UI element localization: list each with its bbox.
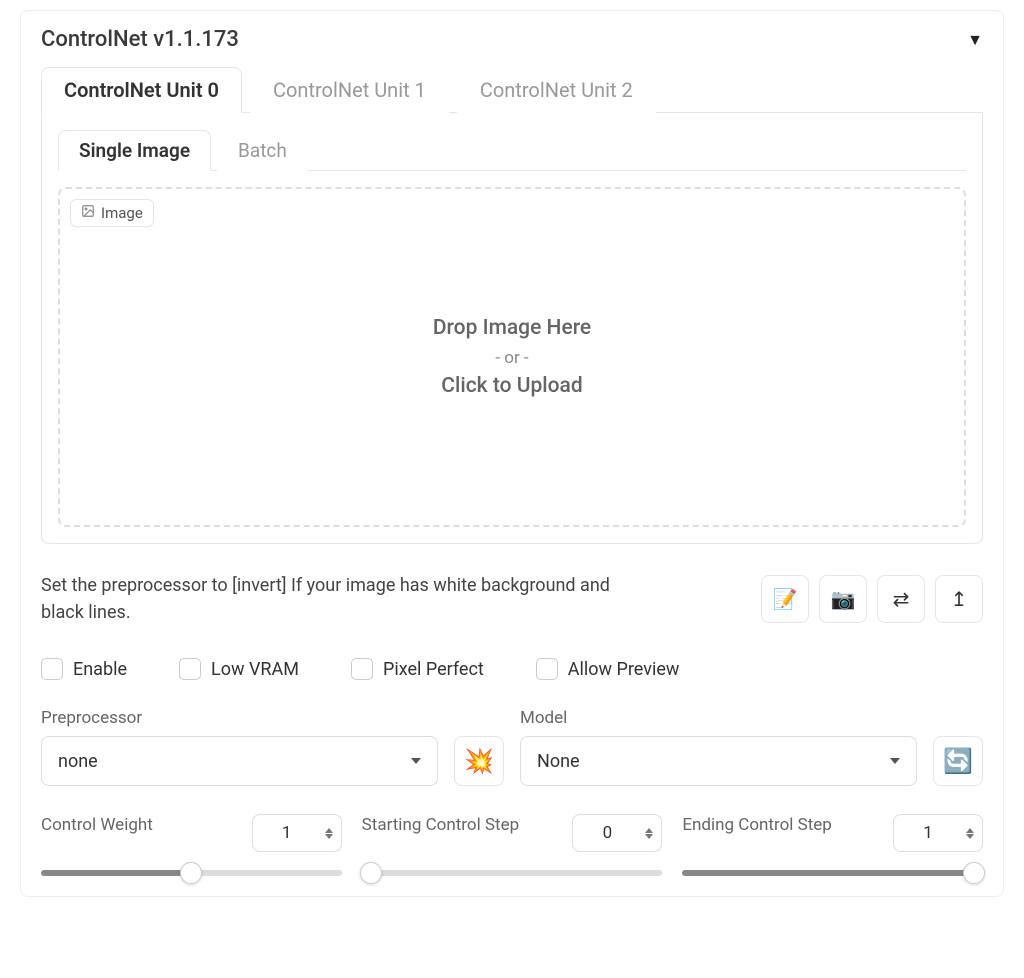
slider-thumb[interactable] (360, 862, 382, 884)
checkbox-low-vram[interactable]: Low VRAM (179, 658, 299, 680)
control-weight-group: Control Weight 1 (41, 814, 342, 876)
preprocessor-group: Preprocessor none (41, 708, 438, 786)
end-step-group: Ending Control Step 1 (682, 814, 983, 876)
image-badge: Image (70, 199, 154, 227)
hint-row: Set the preprocessor to [invert] If your… (41, 572, 983, 626)
send-up-icon[interactable]: ↥ (935, 575, 983, 623)
start-step-value: 0 (587, 823, 627, 843)
chevron-down-icon (411, 758, 421, 764)
sliders-row: Control Weight 1 Starting Control Step 0 (41, 814, 983, 876)
slider-thumb[interactable] (963, 862, 985, 884)
model-label: Model (520, 708, 917, 728)
unit-tabs: ControlNet Unit 0 ControlNet Unit 1 Cont… (41, 66, 983, 113)
end-step-slider[interactable] (682, 870, 983, 876)
action-icons: 📝 📷 ⇄ ↥ (761, 575, 983, 623)
checkbox-label: Low VRAM (211, 659, 299, 680)
model-dropdown[interactable]: None (520, 736, 917, 786)
explode-button[interactable]: 💥 (454, 736, 504, 786)
image-dropzone[interactable]: Image Drop Image Here - or - Click to Up… (58, 187, 966, 527)
preprocessor-dropdown[interactable]: none (41, 736, 438, 786)
chevron-down-icon[interactable]: ▼ (967, 30, 983, 50)
start-step-group: Starting Control Step 0 (362, 814, 663, 876)
drop-or: - or - (495, 348, 528, 368)
chevron-down-icon[interactable] (325, 834, 333, 839)
start-step-label: Starting Control Step (362, 814, 520, 836)
tab-unit-2[interactable]: ControlNet Unit 2 (457, 67, 656, 113)
chevron-down-icon (890, 758, 900, 764)
checkbox-label: Pixel Perfect (383, 659, 484, 680)
chevron-up-icon[interactable] (966, 828, 974, 833)
camera-icon[interactable]: 📷 (819, 575, 867, 623)
checkbox-pixel-perfect[interactable]: Pixel Perfect (351, 658, 484, 680)
end-step-input[interactable]: 1 (893, 814, 983, 852)
control-weight-input[interactable]: 1 (252, 814, 342, 852)
chevron-up-icon[interactable] (325, 828, 333, 833)
chevron-down-icon[interactable] (645, 834, 653, 839)
start-step-slider[interactable] (362, 870, 663, 876)
end-step-value: 1 (908, 823, 948, 843)
controlnet-panel: ControlNet v1.1.173 ▼ ControlNet Unit 0 … (20, 10, 1004, 897)
chevron-up-icon[interactable] (645, 828, 653, 833)
drop-text: Drop Image Here (433, 316, 591, 340)
end-step-label: Ending Control Step (682, 814, 832, 836)
slider-fill (682, 870, 983, 876)
refresh-button[interactable]: 🔄 (933, 736, 983, 786)
spinner[interactable] (966, 828, 974, 839)
checkbox-enable[interactable]: Enable (41, 658, 127, 680)
preprocessor-label: Preprocessor (41, 708, 438, 728)
model-group: Model None (520, 708, 917, 786)
checkbox-label: Enable (73, 659, 127, 680)
tab-unit-1[interactable]: ControlNet Unit 1 (250, 67, 449, 113)
panel-title: ControlNet v1.1.173 (41, 27, 239, 52)
control-weight-label: Control Weight (41, 814, 153, 836)
checkbox-label: Allow Preview (568, 659, 680, 680)
checkbox-box[interactable] (351, 658, 373, 680)
tab-single-image[interactable]: Single Image (58, 130, 211, 171)
slider-thumb[interactable] (180, 862, 202, 884)
preprocessor-value: none (58, 751, 98, 772)
checkbox-box[interactable] (41, 658, 63, 680)
checkbox-box[interactable] (536, 658, 558, 680)
checkbox-box[interactable] (179, 658, 201, 680)
hint-text: Set the preprocessor to [invert] If your… (41, 572, 641, 626)
drop-click: Click to Upload (441, 374, 582, 398)
model-value: None (537, 751, 580, 772)
tab-unit-0[interactable]: ControlNet Unit 0 (41, 67, 242, 113)
control-weight-slider[interactable] (41, 870, 342, 876)
chevron-down-icon[interactable] (966, 834, 974, 839)
image-icon (81, 204, 95, 222)
panel-header[interactable]: ControlNet v1.1.173 ▼ (41, 21, 983, 66)
spinner[interactable] (325, 828, 333, 839)
image-mode-tabs: Single Image Batch (58, 129, 966, 171)
pencil-icon[interactable]: 📝 (761, 575, 809, 623)
image-badge-label: Image (101, 204, 143, 222)
slider-fill (41, 870, 191, 876)
spinner[interactable] (645, 828, 653, 839)
dropdown-row: Preprocessor none 💥 Model None 🔄 (41, 708, 983, 786)
checkbox-allow-preview[interactable]: Allow Preview (536, 658, 680, 680)
swap-icon[interactable]: ⇄ (877, 575, 925, 623)
checkbox-row: Enable Low VRAM Pixel Perfect Allow Prev… (41, 658, 983, 680)
start-step-input[interactable]: 0 (572, 814, 662, 852)
control-weight-value: 1 (267, 823, 307, 843)
unit-content: Single Image Batch Image Drop Image Here… (41, 113, 983, 544)
tab-batch[interactable]: Batch (217, 130, 308, 171)
